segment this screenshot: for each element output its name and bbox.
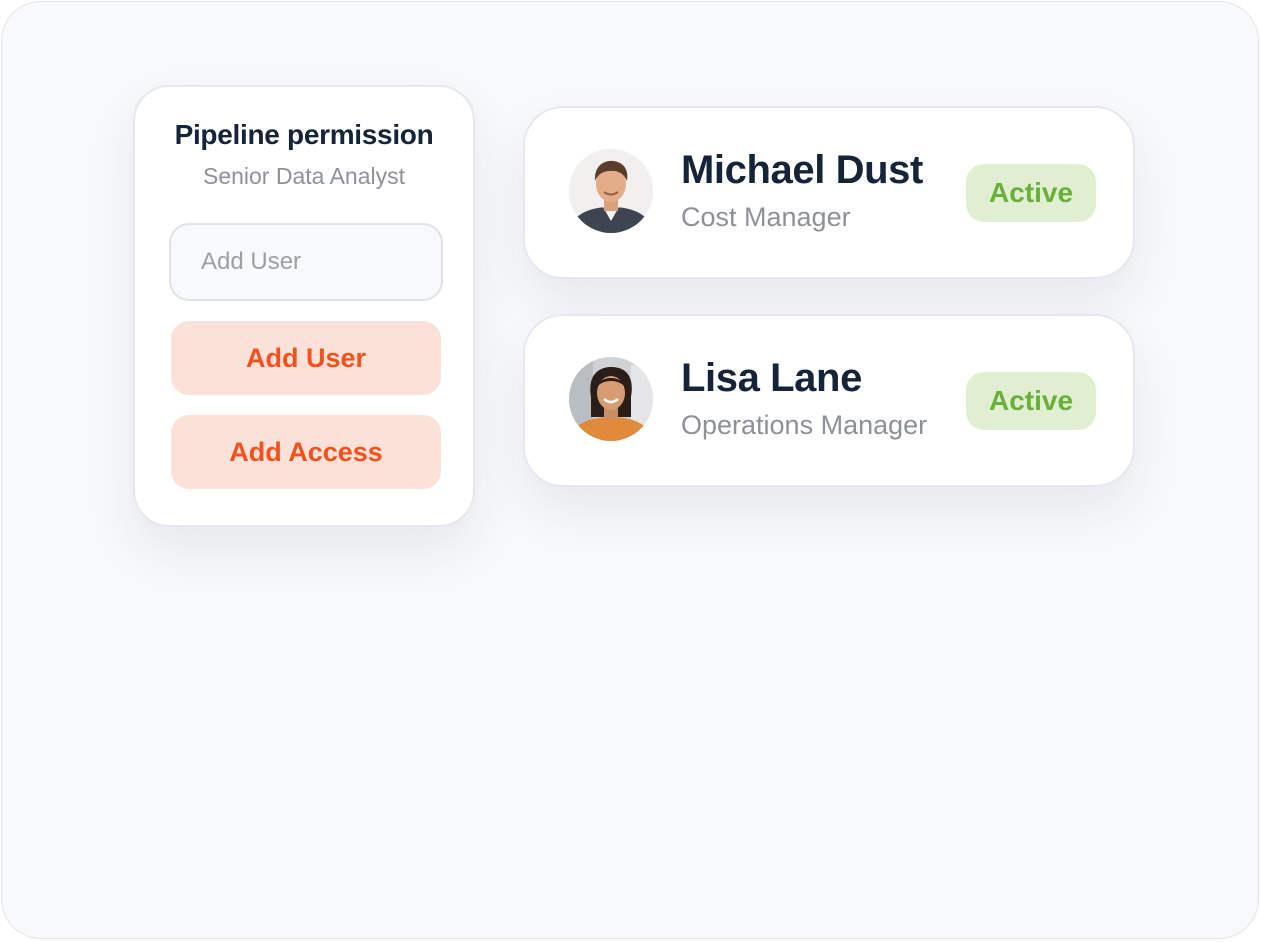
- add-user-input[interactable]: [169, 223, 443, 301]
- avatar: [569, 149, 653, 233]
- user-card[interactable]: Lisa Lane Operations Manager Active: [523, 314, 1135, 487]
- status-badge: Active: [966, 372, 1096, 430]
- canvas-frame: Pipeline permission Senior Data Analyst …: [1, 1, 1259, 939]
- pipeline-permission-card: Pipeline permission Senior Data Analyst …: [133, 85, 475, 527]
- user-role: Cost Manager: [681, 202, 851, 232]
- card-title: Pipeline permission: [174, 119, 434, 150]
- status-badge: Active: [966, 164, 1096, 222]
- card-subtitle: Senior Data Analyst: [202, 163, 405, 189]
- user-card[interactable]: Michael Dust Cost Manager Active: [523, 106, 1135, 279]
- avatar-man-icon: [569, 149, 653, 233]
- user-name: Michael Dust: [681, 148, 923, 192]
- add-access-button[interactable]: Add Access: [171, 415, 441, 489]
- add-user-button[interactable]: Add User: [171, 321, 441, 395]
- user-name: Lisa Lane: [681, 356, 862, 400]
- avatar-woman-icon: [569, 357, 653, 441]
- user-role: Operations Manager: [681, 410, 928, 440]
- avatar: [569, 357, 653, 441]
